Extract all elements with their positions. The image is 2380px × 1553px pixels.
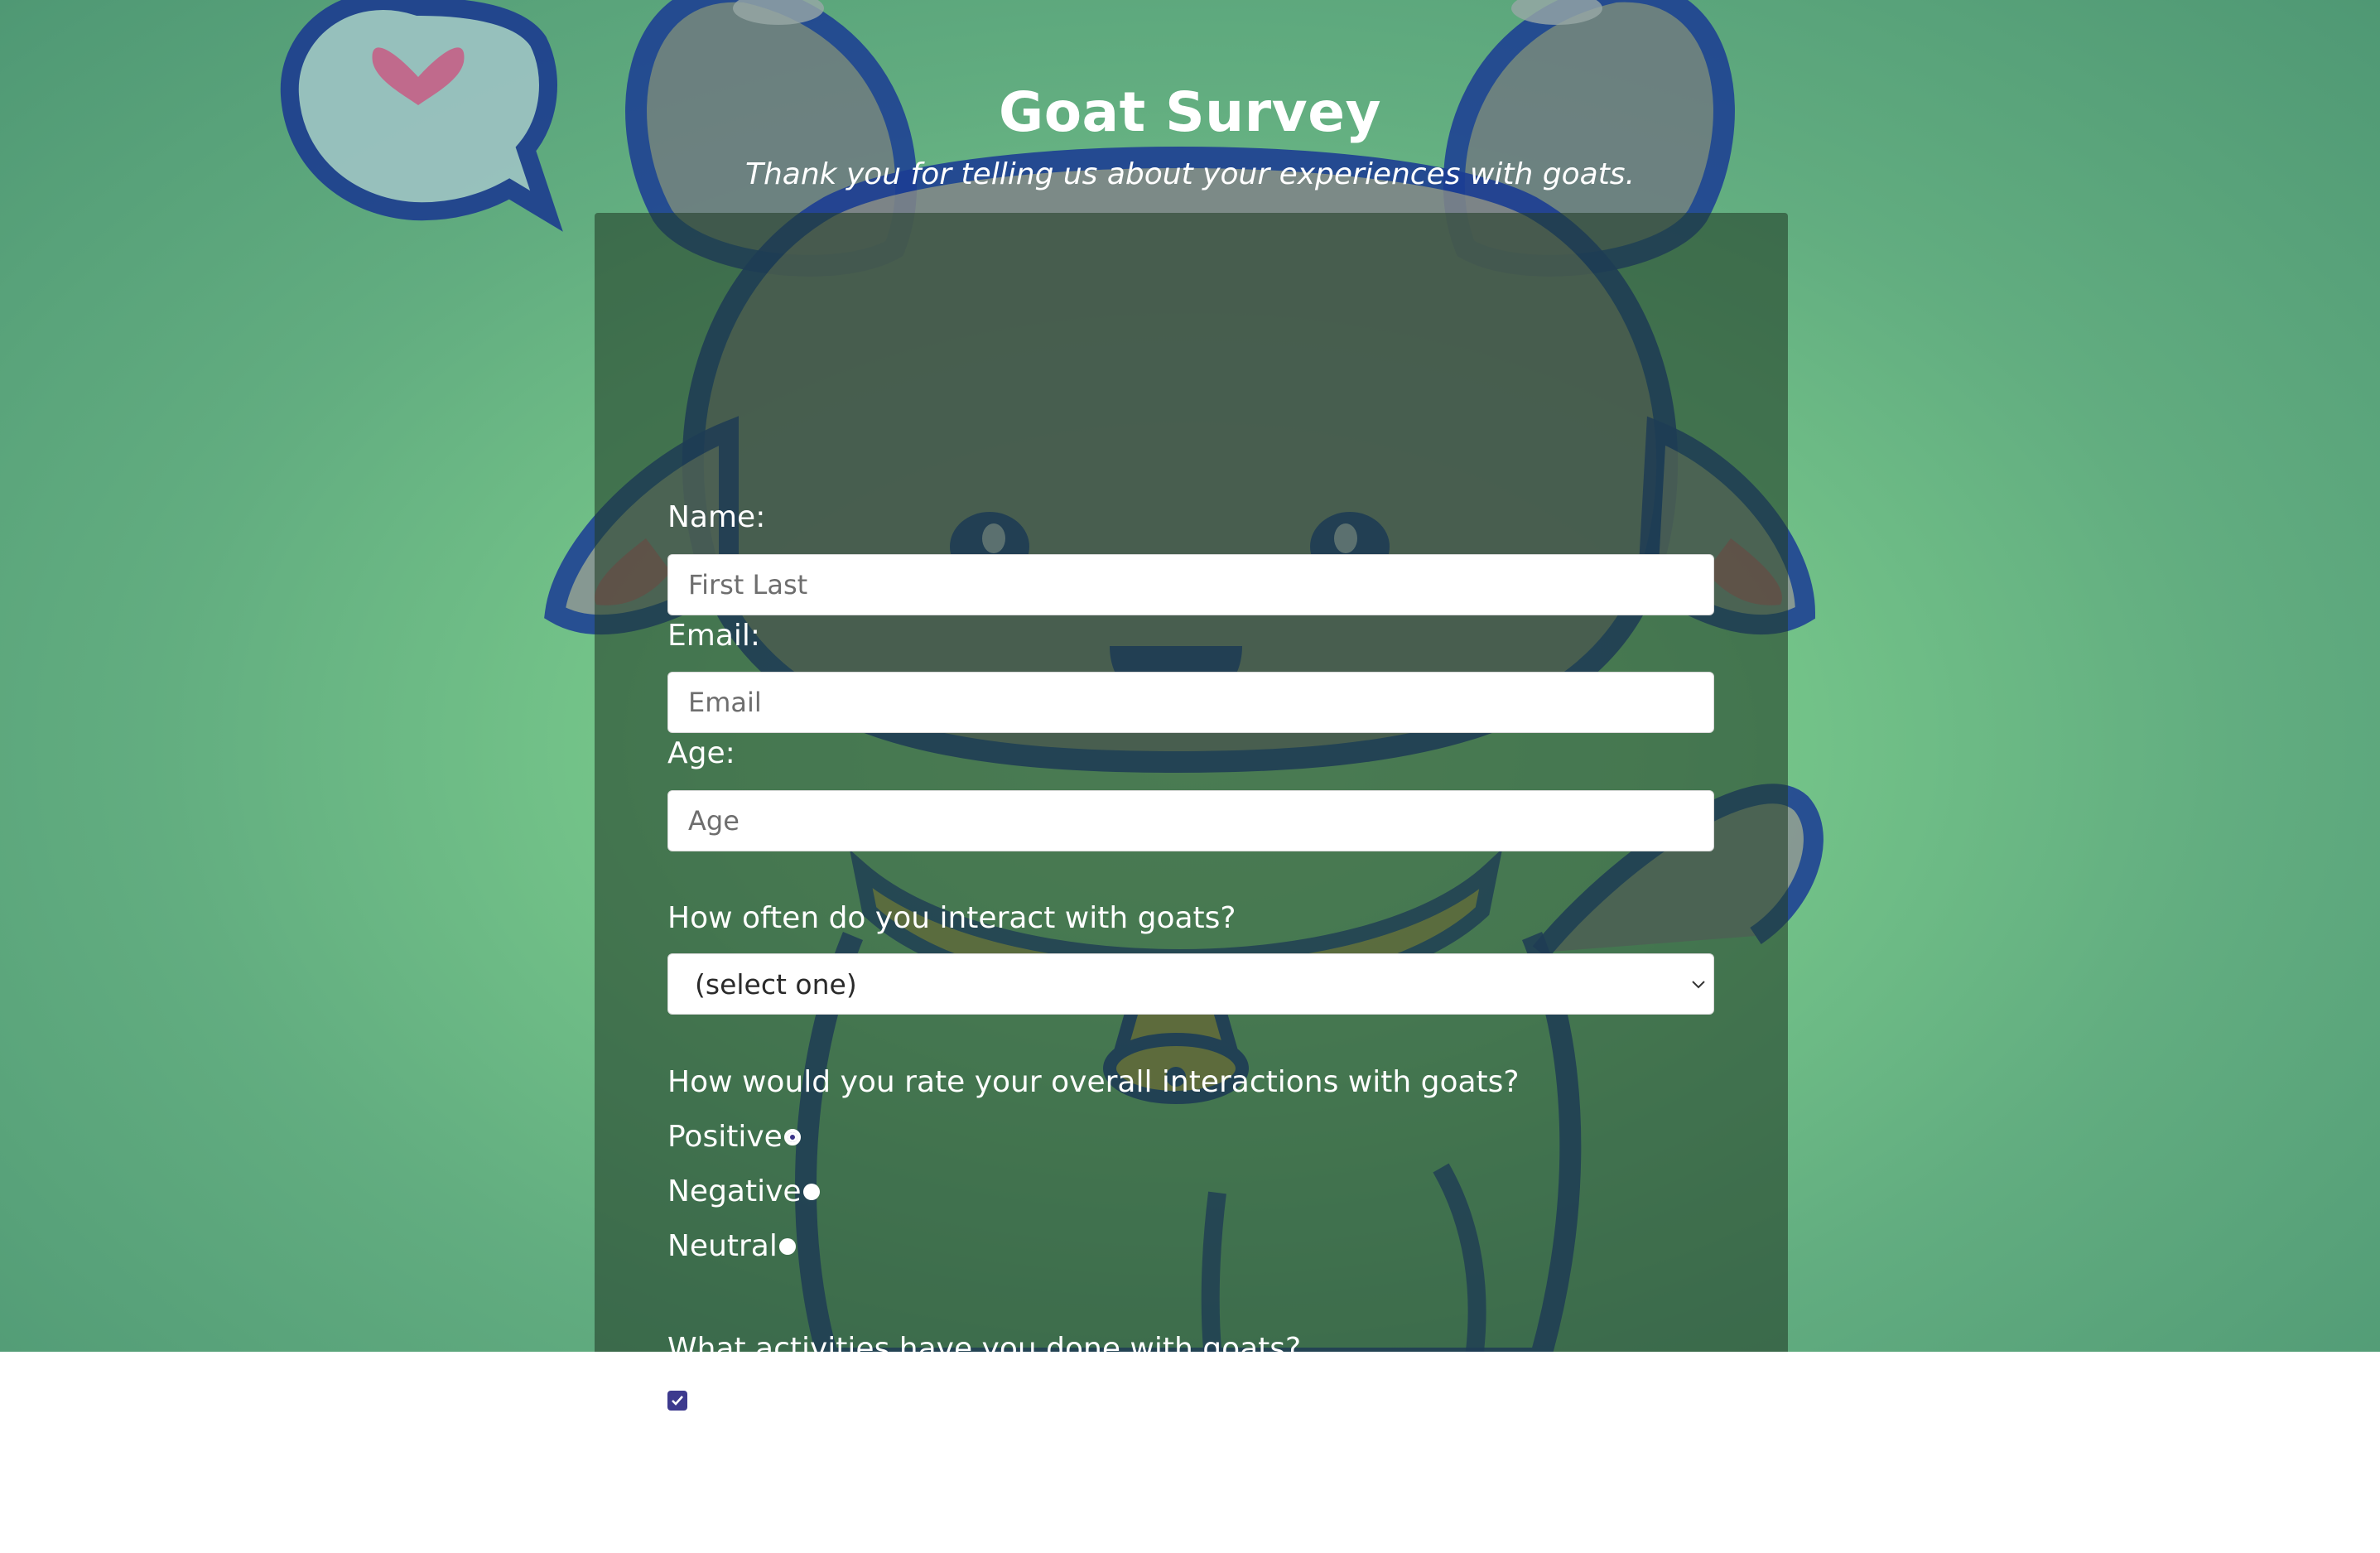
- name-input[interactable]: [667, 554, 1714, 615]
- email-label: Email:: [667, 619, 761, 653]
- page-title: Goat Survey: [999, 80, 1381, 144]
- frequency-select[interactable]: (select one): [667, 953, 1714, 1015]
- survey-form: Name: Email: Age: How often do you inter…: [595, 213, 1788, 1552]
- chevron-down-icon: [1692, 981, 1705, 989]
- frequency-question: How often do you interact with goats?: [667, 901, 1236, 935]
- activities-question: What activities have you done with goats…: [667, 1332, 1302, 1366]
- rating-option-positive[interactable]: Positive: [667, 1119, 801, 1155]
- name-label: Name:: [667, 500, 766, 534]
- activity-checkbox-playing[interactable]: [667, 1391, 687, 1411]
- age-label: Age:: [667, 736, 735, 770]
- rating-option-label: Neutral: [667, 1229, 778, 1263]
- rating-radio-positive[interactable]: [783, 1129, 801, 1145]
- rating-option-label: Positive: [667, 1120, 783, 1154]
- activity-checkbox-feeding[interactable]: [667, 1483, 687, 1502]
- rating-option-negative[interactable]: Negative: [667, 1174, 820, 1210]
- rating-option-neutral[interactable]: Neutral: [667, 1228, 796, 1265]
- frequency-select-value: (select one): [695, 968, 857, 1001]
- activity-label-feeding: Feeding: [667, 1516, 792, 1552]
- rating-radio-neutral[interactable]: [778, 1238, 796, 1255]
- check-icon: [672, 1396, 683, 1406]
- page-subtitle: Thank you for telling us about your expe…: [744, 157, 1636, 191]
- email-input[interactable]: [667, 672, 1714, 733]
- rating-question: How would you rate your overall interact…: [667, 1065, 1520, 1099]
- age-input[interactable]: [667, 790, 1714, 851]
- page-header: Goat Survey Thank you for telling us abo…: [0, 79, 2380, 195]
- rating-option-label: Negative: [667, 1174, 802, 1208]
- activity-label-playing: Playing: [667, 1424, 783, 1460]
- rating-radio-negative[interactable]: [802, 1184, 820, 1200]
